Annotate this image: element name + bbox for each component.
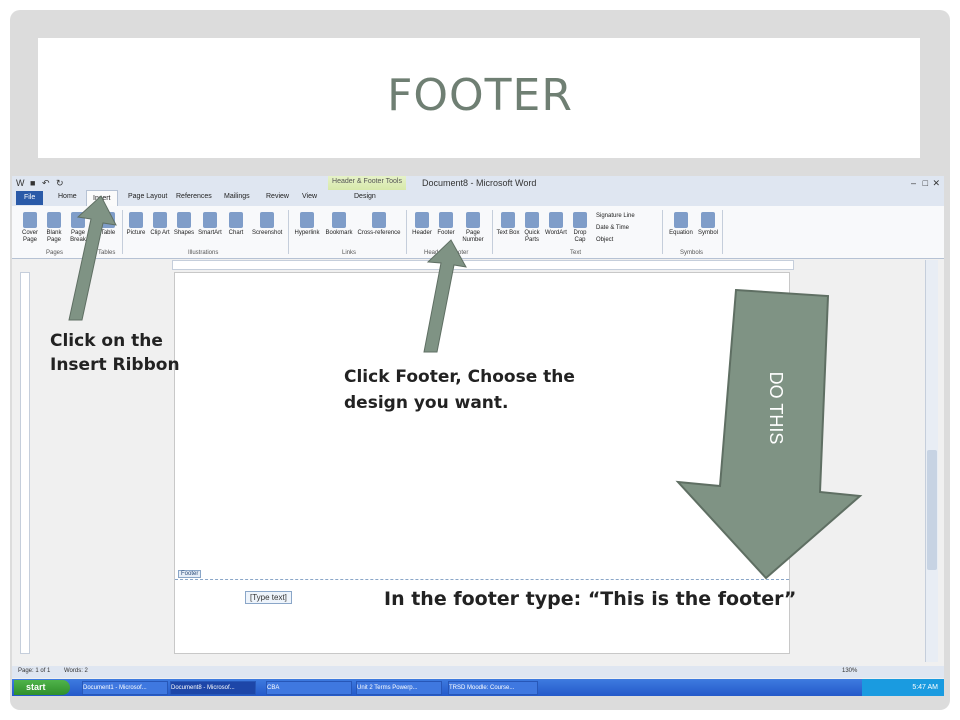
type-callout: In the footer type: “This is the footer” [384, 588, 797, 610]
do-this-label: DO THIS [766, 372, 786, 445]
insert-callout: Click on the Insert Ribbon [50, 331, 180, 375]
insert-arrow [68, 195, 117, 321]
footer-callout: Click Footer, Choose the design you want… [344, 367, 575, 413]
footer-arrow [423, 239, 467, 353]
